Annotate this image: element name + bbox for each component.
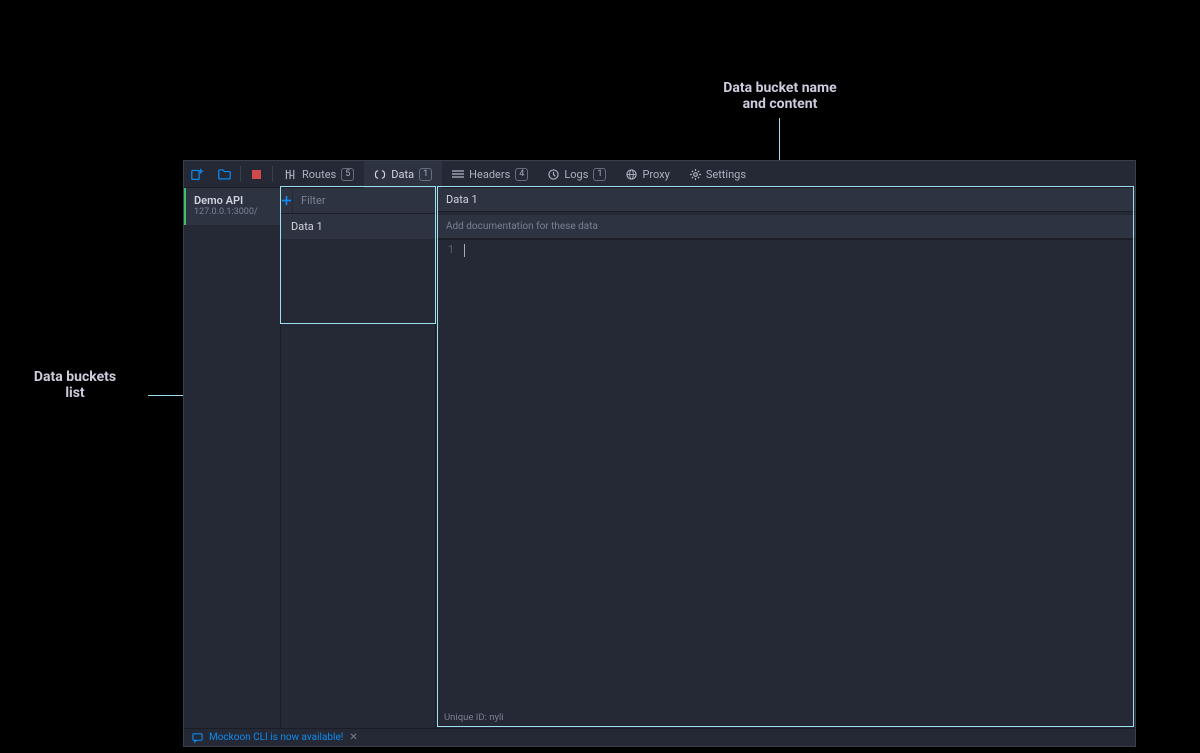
list-item[interactable]: Data 1 (281, 214, 435, 239)
data-icon (374, 169, 386, 180)
divider (272, 166, 273, 182)
editor-gutter: 1 (436, 240, 460, 710)
filter-input[interactable] (293, 188, 449, 213)
tab-logs[interactable]: Logs 1 (538, 161, 616, 188)
tab-label: Headers (469, 168, 510, 181)
headers-icon (452, 169, 464, 179)
app-window: Routes 5 Data 1 Headers 4 Logs 1 Proxy S… (183, 160, 1136, 747)
tab-label: Proxy (642, 168, 669, 181)
tab-label: Data (391, 168, 414, 181)
environment-host: 127.0.0.1:3000/ (194, 207, 272, 217)
list-header (281, 188, 435, 214)
unique-id-label: Unique ID: nyli (436, 710, 1135, 728)
open-env-button[interactable] (211, 161, 238, 188)
status-bar: Mockoon CLI is now available! ✕ (184, 728, 1135, 746)
environment-name: Demo API (194, 194, 272, 207)
routes-icon (285, 169, 297, 180)
tab-data[interactable]: Data 1 (364, 161, 442, 188)
logs-icon (548, 169, 559, 180)
proxy-icon (626, 169, 637, 180)
environment-item[interactable]: Demo API 127.0.0.1:3000/ (184, 188, 280, 225)
status-close[interactable]: ✕ (349, 732, 357, 743)
tab-routes[interactable]: Routes 5 (275, 161, 364, 188)
annotation-top: Data bucket name and content (680, 80, 880, 112)
tab-badge: 5 (341, 168, 354, 181)
settings-icon (690, 169, 701, 180)
tab-badge: 1 (419, 168, 432, 181)
tab-proxy[interactable]: Proxy (616, 161, 679, 188)
toolbar: Routes 5 Data 1 Headers 4 Logs 1 Proxy S… (184, 161, 1135, 188)
tab-headers[interactable]: Headers 4 (442, 161, 538, 188)
tab-label: Settings (706, 168, 746, 181)
data-doc-input[interactable] (436, 215, 1135, 239)
tab-settings[interactable]: Settings (680, 161, 756, 188)
data-name-input[interactable] (436, 188, 1135, 212)
editor-cursor (464, 244, 465, 257)
data-buckets-list: Data 1 (281, 188, 436, 728)
tab-badge: 1 (593, 168, 606, 181)
stop-button[interactable] (243, 161, 270, 188)
divider (240, 166, 241, 182)
annotation-left: Data buckets list (0, 369, 150, 401)
code-editor[interactable]: 1 (436, 239, 1135, 710)
add-data-button[interactable] (281, 188, 292, 213)
status-message[interactable]: Mockoon CLI is now available! (209, 732, 343, 743)
editor-content[interactable] (460, 240, 1135, 710)
tab-badge: 4 (515, 168, 528, 181)
app-body: Demo API 127.0.0.1:3000/ Data 1 1 Unique… (184, 188, 1135, 728)
new-env-button[interactable] (184, 161, 211, 188)
tab-label: Logs (564, 168, 588, 181)
message-icon (192, 732, 203, 743)
tab-label: Routes (302, 168, 336, 181)
environments-sidebar: Demo API 127.0.0.1:3000/ (184, 188, 281, 728)
data-bucket-editor: 1 Unique ID: nyli (436, 188, 1135, 728)
